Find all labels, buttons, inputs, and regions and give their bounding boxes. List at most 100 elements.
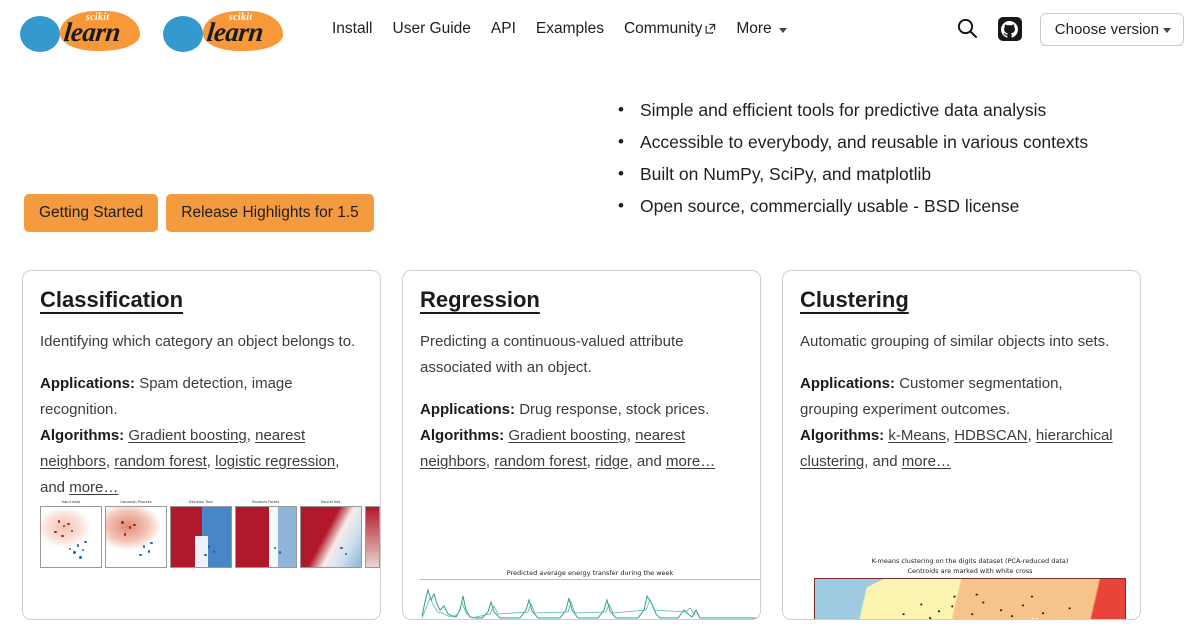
card-classification[interactable]: Classification Identifying which categor… bbox=[22, 270, 381, 620]
classifier-cell: Input data bbox=[40, 500, 102, 568]
regression-line-plot bbox=[421, 588, 758, 619]
classifier-cell: Neural Net bbox=[299, 500, 362, 568]
nav-link-label: Community bbox=[623, 20, 703, 37]
algorithm-link[interactable]: logistic regression bbox=[215, 453, 335, 470]
nav-link-examples[interactable]: Examples bbox=[526, 14, 614, 44]
github-link[interactable] bbox=[996, 15, 1024, 43]
nav-links: Install User Guide API Examples Communit… bbox=[322, 14, 797, 44]
logo-learn-text: learn bbox=[62, 17, 122, 47]
card-algorithms: Algorithms: Gradient boosting, nearest n… bbox=[40, 427, 340, 496]
card-description: Automatic grouping of similar objects in… bbox=[800, 333, 1110, 350]
card-regression[interactable]: Regression Predicting a continuous-value… bbox=[402, 270, 761, 620]
github-icon bbox=[997, 17, 1022, 41]
algorithm-link[interactable]: ridge bbox=[595, 453, 628, 470]
applications-value: Drug response, stock prices. bbox=[519, 401, 710, 418]
chevron-down-icon bbox=[778, 27, 787, 33]
hero-buttons: Getting Started Release Highlights for 1… bbox=[24, 194, 374, 232]
classifier-cell: Random Forest bbox=[234, 500, 297, 568]
and-text: and bbox=[636, 453, 662, 470]
search-icon bbox=[956, 17, 978, 42]
thumbnail-title: Predicted average energy transfer during… bbox=[506, 569, 674, 577]
algorithm-link[interactable]: Gradient boosting bbox=[128, 427, 246, 444]
search-button[interactable] bbox=[954, 15, 980, 44]
regression-chart bbox=[420, 579, 760, 619]
card-title[interactable]: Classification bbox=[40, 287, 183, 313]
nav-link-community[interactable]: Community bbox=[614, 14, 726, 44]
hero-bullet: Built on NumPy, SciPy, and matplotlib bbox=[618, 158, 1176, 190]
release-highlights-button[interactable]: Release Highlights for 1.5 bbox=[166, 194, 374, 232]
algorithm-link[interactable]: random forest bbox=[494, 453, 587, 470]
more-link[interactable]: more… bbox=[902, 453, 951, 470]
card-applications: Applications: Drug response, stock price… bbox=[420, 397, 743, 423]
nav-link-user-guide[interactable]: User Guide bbox=[383, 14, 481, 44]
kmeans-scatter bbox=[902, 593, 1071, 619]
classifier-plot bbox=[169, 506, 232, 568]
nav-actions: Choose version bbox=[954, 12, 1184, 46]
hero-bullet: Simple and efficient tools for predictiv… bbox=[618, 94, 1176, 126]
applications-label: Applications: bbox=[40, 375, 136, 392]
hero-right: Simple and efficient tools for predictiv… bbox=[614, 86, 1176, 270]
hero-bullet: Open source, commercially usable - BSD l… bbox=[618, 190, 1176, 222]
card-applications: Applications: Spam detection, image reco… bbox=[40, 371, 363, 423]
classifier-plot bbox=[234, 506, 297, 568]
classifier-plot bbox=[299, 506, 362, 568]
navbar: scikit learn scikit learn Install User G… bbox=[0, 0, 1200, 58]
more-link[interactable]: more… bbox=[69, 479, 118, 496]
logo-blue-dot bbox=[20, 16, 60, 52]
nav-link-label: User Guide bbox=[392, 20, 471, 37]
kmeans-voronoi-plot bbox=[814, 578, 1126, 619]
and-text: and bbox=[40, 479, 66, 496]
classifier-plot bbox=[40, 506, 102, 568]
algorithm-link[interactable]: random forest bbox=[114, 453, 207, 470]
nav-link-label: Install bbox=[332, 20, 373, 37]
nav-link-label: API bbox=[490, 20, 516, 37]
site-logo-secondary[interactable]: scikit learn bbox=[163, 8, 306, 52]
card-applications: Applications: Customer segmentation, gro… bbox=[800, 371, 1123, 423]
logo-group: scikit learn scikit learn bbox=[20, 8, 306, 52]
choose-version-dropdown[interactable]: Choose version bbox=[1039, 12, 1184, 46]
getting-started-button[interactable]: Getting Started bbox=[24, 194, 159, 232]
card-thumbnail-classifier-comparison[interactable]: Input data Gaussian Process Decision Tre… bbox=[40, 499, 380, 619]
hero-left: Getting Started Release Highlights for 1… bbox=[24, 86, 614, 270]
nav-link-label: Examples bbox=[535, 20, 604, 37]
algorithms-label: Algorithms: bbox=[40, 427, 125, 444]
feature-cards: Classification Identifying which categor… bbox=[0, 270, 1200, 620]
algorithm-link[interactable]: k-Means bbox=[888, 427, 946, 444]
card-thumbnail-kmeans-digits[interactable]: K-means clustering on the digits dataset… bbox=[800, 555, 1140, 619]
card-title[interactable]: Clustering bbox=[800, 287, 909, 313]
thumbnail-title: K-means clustering on the digits dataset… bbox=[871, 557, 1069, 565]
card-description: Predicting a continuous-valued attribute… bbox=[420, 333, 684, 376]
nav-link-install[interactable]: Install bbox=[322, 14, 383, 44]
chevron-down-icon bbox=[1163, 27, 1171, 33]
hero-bullet-list: Simple and efficient tools for predictiv… bbox=[614, 94, 1176, 222]
algorithms-label: Algorithms: bbox=[420, 427, 505, 444]
more-link[interactable]: more… bbox=[666, 453, 715, 470]
card-title[interactable]: Regression bbox=[420, 287, 540, 313]
classifier-plot bbox=[104, 506, 167, 568]
external-link-icon bbox=[705, 21, 716, 34]
hero-bullet: Accessible to everybody, and reusable in… bbox=[618, 126, 1176, 158]
classifier-comparison-strip: Input data Gaussian Process Decision Tre… bbox=[40, 499, 380, 568]
logo-learn-text: learn bbox=[205, 17, 265, 47]
classifier-cell: Gaussian Process bbox=[104, 500, 167, 568]
card-description: Identifying which category an object bel… bbox=[40, 333, 356, 350]
thumbnail-subtitle: Centroids are marked with white cross bbox=[907, 567, 1033, 575]
and-text: and bbox=[872, 453, 898, 470]
applications-label: Applications: bbox=[800, 375, 896, 392]
nav-link-label: More bbox=[736, 20, 772, 37]
choose-version-label: Choose version bbox=[1054, 20, 1159, 38]
card-algorithms: Algorithms: Gradient boosting, nearest n… bbox=[420, 427, 716, 470]
applications-label: Applications: bbox=[420, 401, 516, 418]
logo-blue-dot bbox=[163, 16, 203, 52]
nav-link-api[interactable]: API bbox=[481, 14, 526, 44]
classifier-plot bbox=[364, 506, 380, 568]
algorithms-label: Algorithms: bbox=[800, 427, 885, 444]
classifier-cell: Decision Tree bbox=[169, 500, 232, 568]
algorithm-link[interactable]: Gradient boosting bbox=[508, 427, 626, 444]
nav-link-more[interactable]: More bbox=[726, 14, 796, 44]
card-algorithms: Algorithms: k-Means, HDBSCAN, hierarchic… bbox=[800, 427, 1113, 470]
algorithm-link[interactable]: HDBSCAN bbox=[954, 427, 1027, 444]
card-thumbnail-energy-transfer[interactable]: Predicted average energy transfer during… bbox=[420, 567, 760, 619]
card-clustering[interactable]: Clustering Automatic grouping of similar… bbox=[782, 270, 1141, 620]
site-logo[interactable]: scikit learn bbox=[20, 8, 163, 52]
